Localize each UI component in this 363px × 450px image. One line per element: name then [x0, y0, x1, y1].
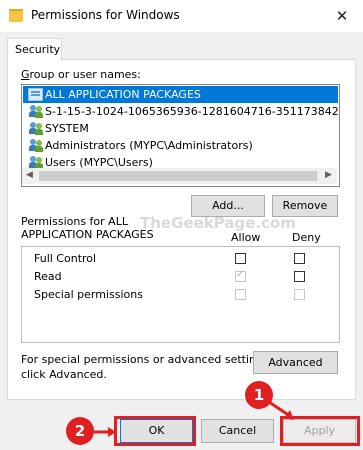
permission-name: Read: [34, 270, 62, 283]
deny-column-label: Deny: [292, 231, 321, 244]
allow-checkbox[interactable]: [235, 289, 246, 300]
tab-label: Security: [15, 43, 61, 56]
step-badge-2: 2: [66, 417, 94, 445]
allow-column-label: Allow: [231, 231, 261, 244]
tab-security[interactable]: Security: [7, 38, 62, 61]
list-item[interactable]: Administrators (MYPC\Administrators): [23, 137, 338, 154]
advanced-button[interactable]: Advanced: [253, 351, 338, 374]
allow-checkbox[interactable]: [235, 269, 246, 282]
scroll-left-icon[interactable]: ◀: [26, 170, 33, 180]
step-badge-1: 1: [245, 381, 273, 409]
allow-checkbox[interactable]: [235, 253, 246, 264]
list-item[interactable]: S-1-15-3-1024-1065365936-1281604716-3511…: [23, 103, 339, 120]
deny-checkbox[interactable]: [294, 253, 305, 264]
permissions-table: Full Control Read Special permissions: [21, 246, 340, 343]
permissions-header: Permissions for ALL APPLICATION PACKAGES: [21, 215, 154, 241]
list-item[interactable]: ALL APPLICATION PACKAGES: [23, 86, 338, 103]
permission-name: Full Control: [34, 252, 97, 265]
ok-highlight-box: [114, 416, 196, 446]
arrow-icon: [94, 427, 116, 437]
watermark: TheGeekPage.com: [140, 214, 296, 232]
horizontal-scrollbar[interactable]: ◀ ▶: [22, 168, 337, 184]
window-title: Permissions for Windows: [31, 8, 180, 22]
users-icon: [29, 139, 43, 152]
advanced-hint: For special permissions or advanced sett…: [21, 353, 273, 381]
permission-name: Special permissions: [34, 288, 143, 301]
users-icon: [29, 122, 43, 135]
close-icon[interactable]: ✕: [330, 5, 354, 27]
folder-icon: [9, 9, 23, 22]
deny-checkbox[interactable]: [294, 271, 305, 282]
scroll-right-icon[interactable]: ▶: [325, 170, 332, 180]
users-icon: [29, 105, 43, 118]
title-bar: Permissions for Windows ✕: [0, 0, 363, 32]
deny-checkbox[interactable]: [294, 289, 305, 300]
group-list-label: Group or user names:: [21, 68, 141, 81]
package-icon: [28, 88, 43, 101]
cancel-button[interactable]: Cancel: [201, 419, 274, 443]
list-item[interactable]: SYSTEM: [23, 120, 338, 137]
scrollbar-thumb[interactable]: [39, 171, 317, 181]
